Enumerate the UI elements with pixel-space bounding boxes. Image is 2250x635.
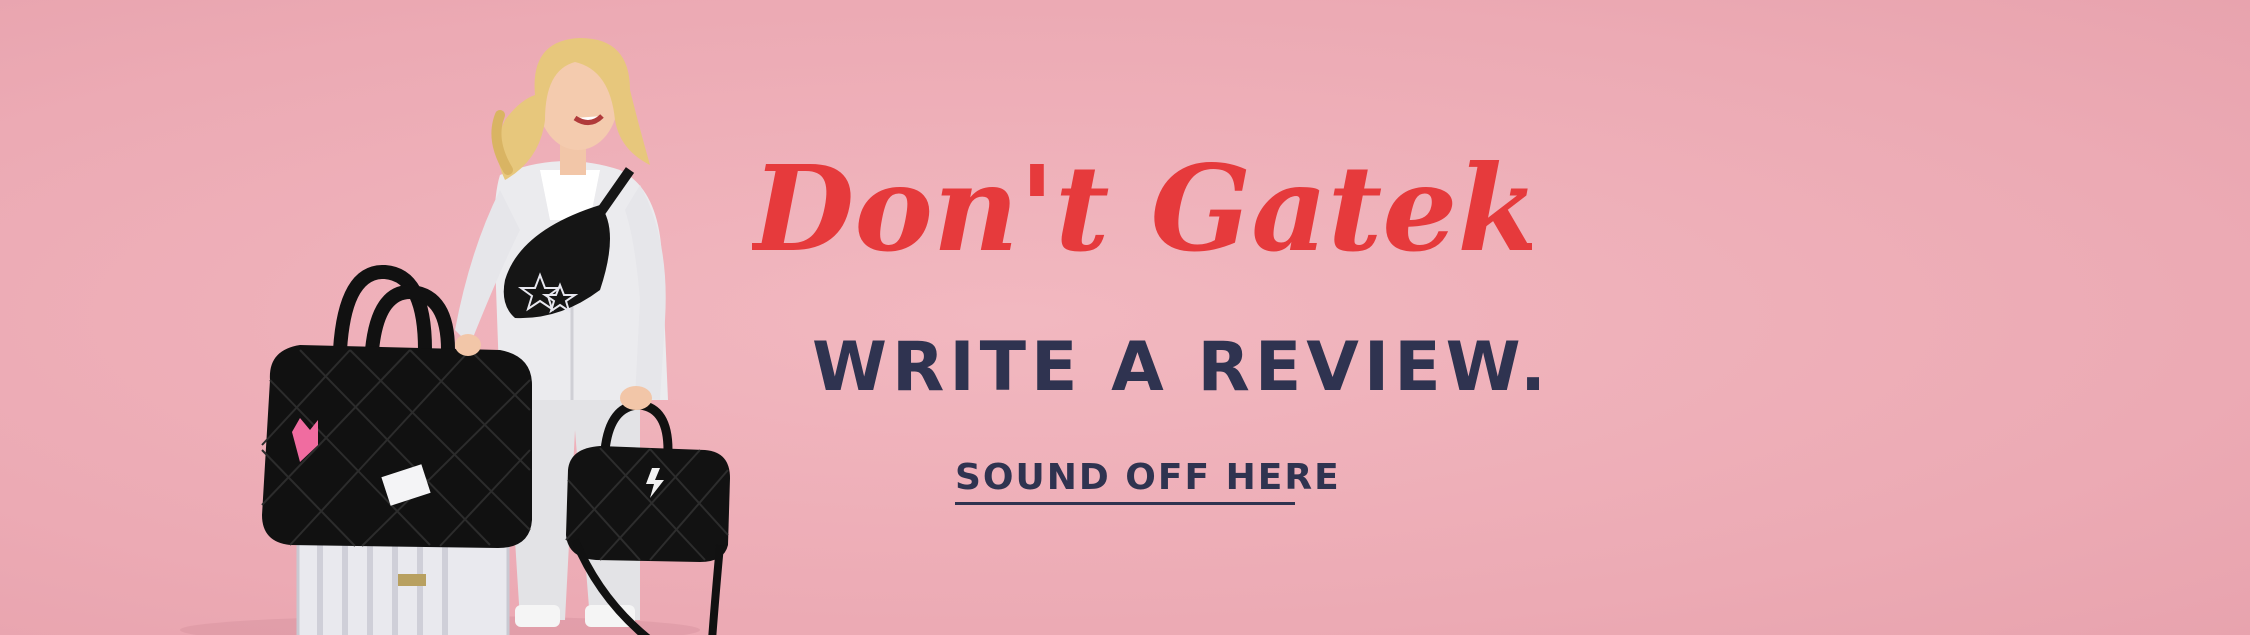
sound-off-here-link[interactable]: SOUND OFF HERE <box>955 455 1339 501</box>
headline-text: Don't Gatekeep! <box>752 139 1532 278</box>
headline-graphic: Don't Gatekeep! <box>749 139 1824 278</box>
headline: Don't Gatekeep! <box>749 110 1824 310</box>
model-with-bags-image <box>180 38 730 635</box>
subheadline: WRITE A REVIEW. <box>812 328 1551 407</box>
review-promo-banner: Don't Gatekeep! WRITE A REVIEW. SOUND OF… <box>0 0 2250 635</box>
cta-underline <box>955 502 1295 505</box>
duffel-bag-image <box>261 265 532 548</box>
